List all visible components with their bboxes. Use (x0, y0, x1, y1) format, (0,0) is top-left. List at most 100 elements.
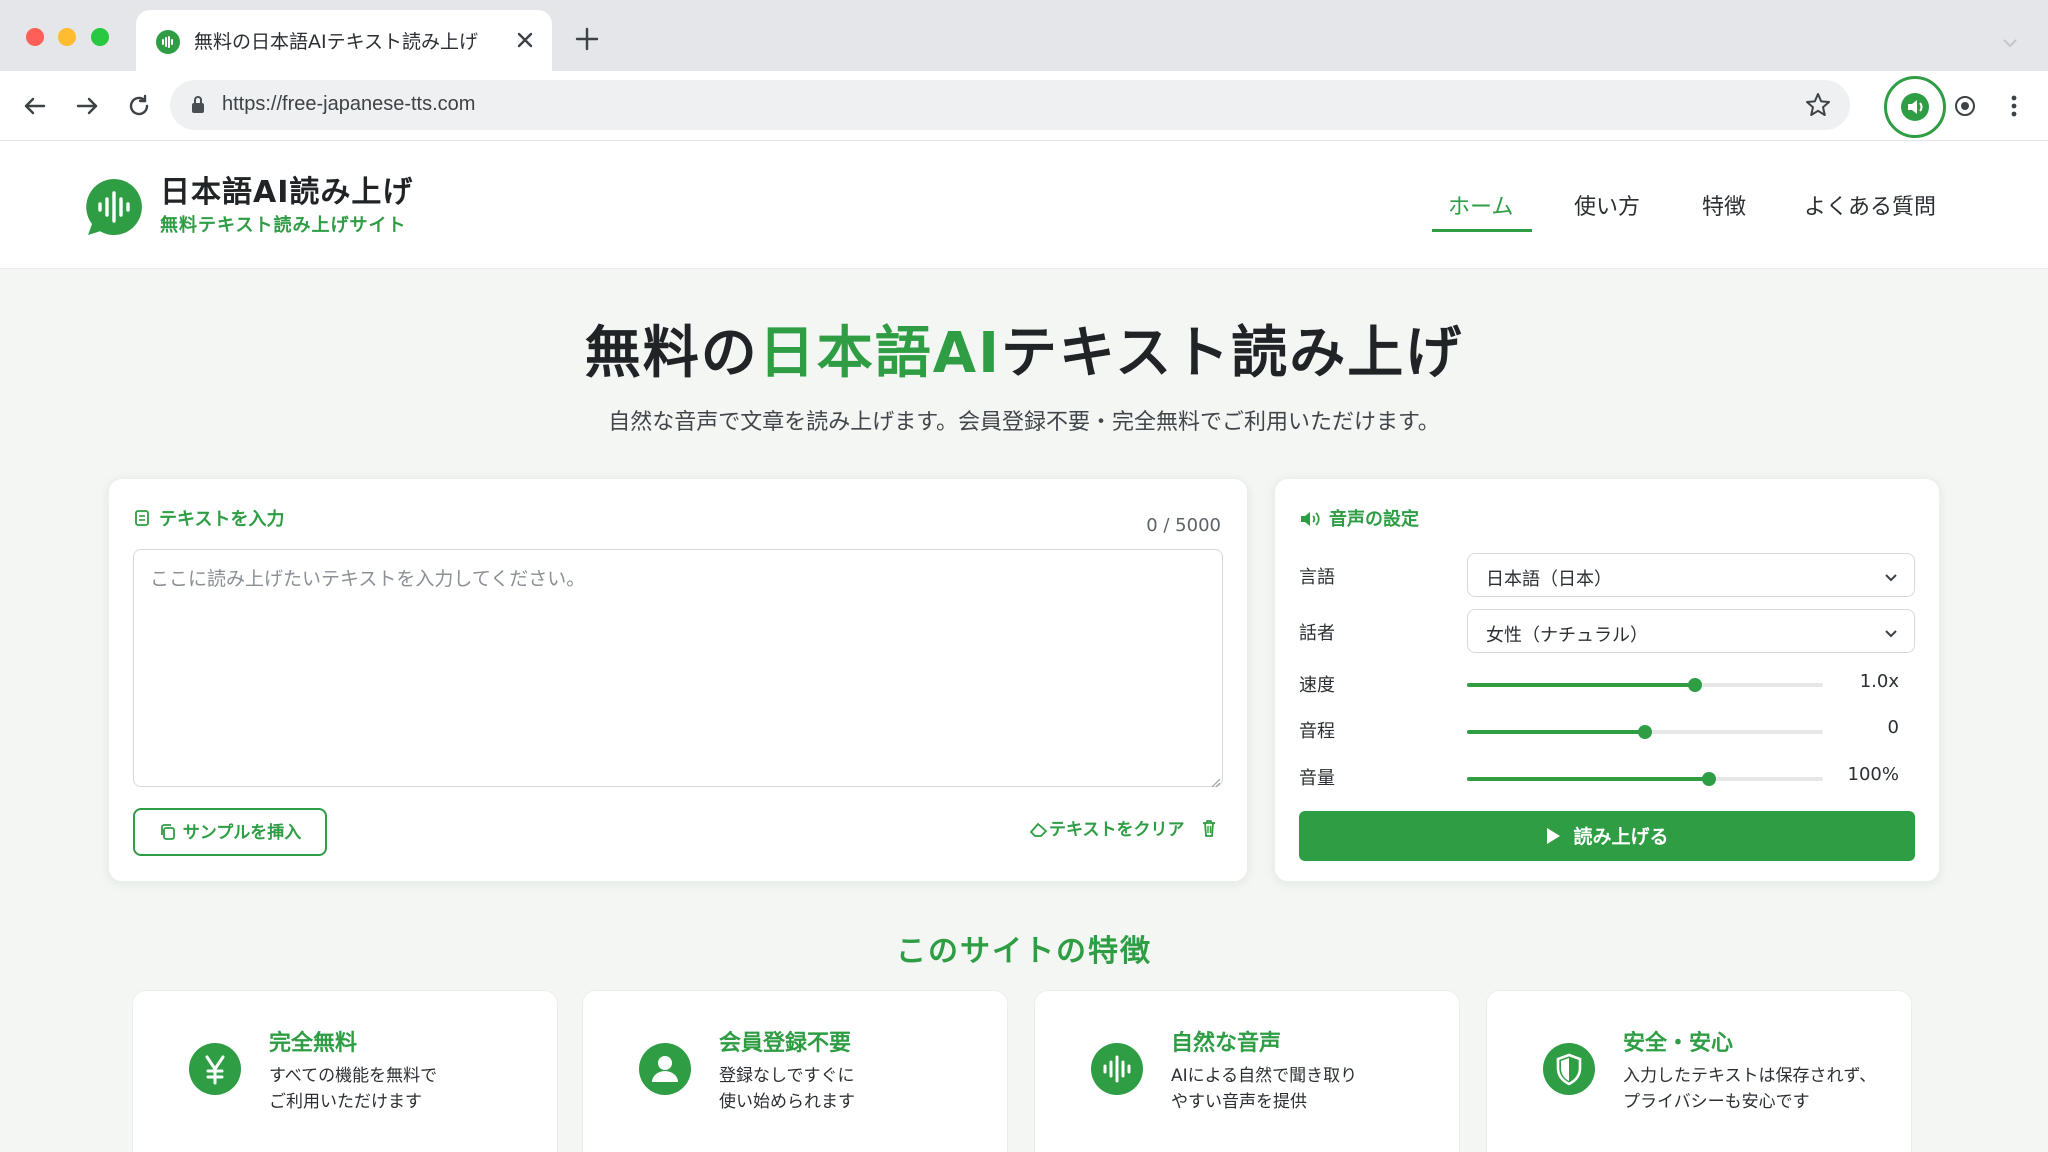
chevron-down-icon (1884, 569, 1898, 582)
speaker-label: 話者 (1299, 623, 1335, 644)
browser-tab-active[interactable]: 無料の日本語AIテキスト読み上げ (136, 10, 552, 71)
logo-title[interactable]: 日本語AI読み上げ (160, 167, 413, 211)
resize-grip-icon[interactable] (1209, 773, 1221, 788)
tab-close-icon[interactable] (512, 27, 538, 53)
features-title: このサイトの特徴 (896, 934, 1152, 969)
feature-card-natural-voice: 自然な音声 AIによる自然で聞き取り やすい音声を提供 (1034, 990, 1460, 1152)
read-aloud-button[interactable]: 読み上げる (1299, 811, 1915, 861)
record-extension-icon[interactable] (1952, 93, 1978, 119)
title-prefix: 無料の (584, 321, 759, 386)
nav-features[interactable]: 特徴 (1702, 189, 1746, 221)
chevron-down-icon (1884, 625, 1898, 638)
feature-title: 会員登録不要 (719, 1031, 852, 1056)
eraser-icon (1029, 820, 1049, 843)
bookmark-star-icon[interactable] (1804, 91, 1832, 119)
volume-label: 音量 (1299, 768, 1335, 789)
feature-card-safe: 安全・安心 入力したテキストは保存されず、 プライバシーも安心です (1486, 990, 1912, 1152)
window-minimize-button[interactable] (58, 28, 76, 46)
tab-favicon-icon (156, 30, 180, 54)
play-icon (1545, 827, 1561, 850)
text-input[interactable] (133, 549, 1223, 787)
browser-toolbar: https://free-japanese-tts.com (0, 71, 2048, 141)
speed-value: 1.0x (1859, 671, 1899, 692)
feature-desc: すべての機能を無料で (269, 1066, 438, 1086)
window-maximize-button[interactable] (91, 28, 109, 46)
pitch-value: 0 (1887, 717, 1899, 738)
speed-slider-fill (1467, 683, 1695, 687)
address-bar[interactable]: https://free-japanese-tts.com (170, 80, 1850, 130)
title-accent: 日本語AI (758, 321, 1001, 386)
tab-title: 無料の日本語AIテキスト読み上げ (194, 31, 479, 53)
nav-home[interactable]: ホーム (1448, 189, 1513, 221)
speaker-value: 女性（ナチュラル） (1486, 625, 1648, 646)
feature-desc: プライバシーも安心です (1623, 1092, 1810, 1112)
volume-slider-fill (1467, 777, 1710, 781)
title-suffix: テキスト読み上げ (1000, 321, 1464, 386)
char-counter: 0 / 5000 (1146, 515, 1221, 536)
page-subtitle: 自然な音声で文章を読み上げます。会員登録不要・完全無料でご利用いただけます。 (608, 410, 1440, 435)
feature-desc: AIによる自然で聞き取り (1171, 1066, 1358, 1086)
url-text: https://free-japanese-tts.com (222, 93, 476, 115)
voice-settings-label: 音声の設定 (1329, 509, 1419, 530)
copy-icon (159, 823, 177, 846)
new-tab-icon[interactable] (572, 24, 602, 54)
feature-desc: 使い始められます (719, 1092, 855, 1112)
forward-arrow-icon[interactable] (72, 91, 102, 121)
user-icon (639, 1043, 691, 1095)
waveform-icon (1091, 1043, 1143, 1095)
shield-icon (1543, 1043, 1595, 1095)
volume-slider[interactable] (1467, 772, 1823, 786)
site-header: 日本語AI読み上げ 無料テキスト読み上げサイト ホーム 使い方 特徴 よくある質… (0, 141, 2048, 269)
reload-icon[interactable] (124, 91, 154, 121)
clear-text-label: テキストをクリア (1049, 820, 1185, 840)
trash-icon (1200, 818, 1218, 843)
speed-slider-knob[interactable] (1687, 678, 1702, 692)
logo-subtitle: 無料テキスト読み上げサイト (160, 215, 407, 236)
language-label: 言語 (1299, 567, 1335, 588)
nav-faq[interactable]: よくある質問 (1804, 189, 1936, 221)
speed-label: 速度 (1299, 675, 1335, 696)
window-close-button[interactable] (26, 28, 44, 46)
language-select[interactable]: 日本語（日本） (1467, 553, 1915, 597)
feature-desc: やすい音声を提供 (1171, 1092, 1307, 1112)
volume-slider-knob[interactable] (1702, 772, 1717, 786)
language-value: 日本語（日本） (1486, 569, 1612, 590)
speed-slider[interactable] (1467, 678, 1823, 692)
feature-desc: 入力したテキストは保存されず、 (1623, 1066, 1877, 1086)
voice-settings-title: 音声の設定 (1299, 505, 1419, 533)
back-arrow-icon[interactable] (20, 91, 50, 121)
nav-active-underline (1432, 229, 1532, 232)
pitch-slider[interactable] (1467, 725, 1823, 739)
insert-sample-button[interactable]: サンプルを挿入 (133, 808, 327, 856)
feature-card-no-registration: 会員登録不要 登録なしですぐに 使い始められます (582, 990, 1008, 1152)
insert-sample-label: サンプルを挿入 (182, 823, 302, 843)
text-input-card: テキストを入力 0 / 5000 サンプルを挿入 テキストをクリア (108, 478, 1248, 882)
read-aloud-label: 読み上げる (1573, 826, 1669, 848)
browser-menu-icon[interactable] (2002, 91, 2026, 121)
logo-waveform-icon[interactable] (82, 175, 146, 239)
clear-text-button[interactable]: テキストをクリア (1029, 815, 1218, 847)
yen-icon (189, 1043, 241, 1095)
text-input-title: テキストを入力 (133, 505, 284, 532)
feature-card-free: 完全無料 すべての機能を無料で ご利用いただけます (132, 990, 558, 1152)
text-input-title-label: テキストを入力 (159, 509, 285, 530)
pitch-slider-fill (1467, 730, 1645, 734)
feature-desc: 登録なしですぐに (719, 1066, 855, 1086)
browser-tabbar: 無料の日本語AIテキスト読み上げ (0, 0, 2048, 71)
lock-icon (190, 94, 206, 114)
feature-title: 完全無料 (269, 1031, 358, 1056)
speaker-select[interactable]: 女性（ナチュラル） (1467, 609, 1915, 653)
pitch-label: 音程 (1299, 721, 1335, 742)
tts-extension-icon[interactable] (1884, 76, 1946, 138)
volume-value: 100% (1847, 764, 1899, 785)
tab-search-chevron-icon[interactable] (2002, 34, 2018, 48)
voice-settings-card: 音声の設定 言語 日本語（日本） 話者 女性（ナチュラル） 速度 1.0x 音程… (1274, 478, 1940, 882)
page-title: 無料の日本語AIテキスト読み上げ (0, 308, 2048, 389)
document-icon (133, 509, 151, 532)
feature-title: 自然な音声 (1171, 1031, 1282, 1056)
nav-how-to[interactable]: 使い方 (1574, 189, 1640, 221)
feature-desc: ご利用いただけます (269, 1092, 422, 1112)
speaker-icon (1299, 510, 1321, 533)
pitch-slider-knob[interactable] (1638, 725, 1652, 739)
feature-title: 安全・安心 (1623, 1031, 1734, 1056)
